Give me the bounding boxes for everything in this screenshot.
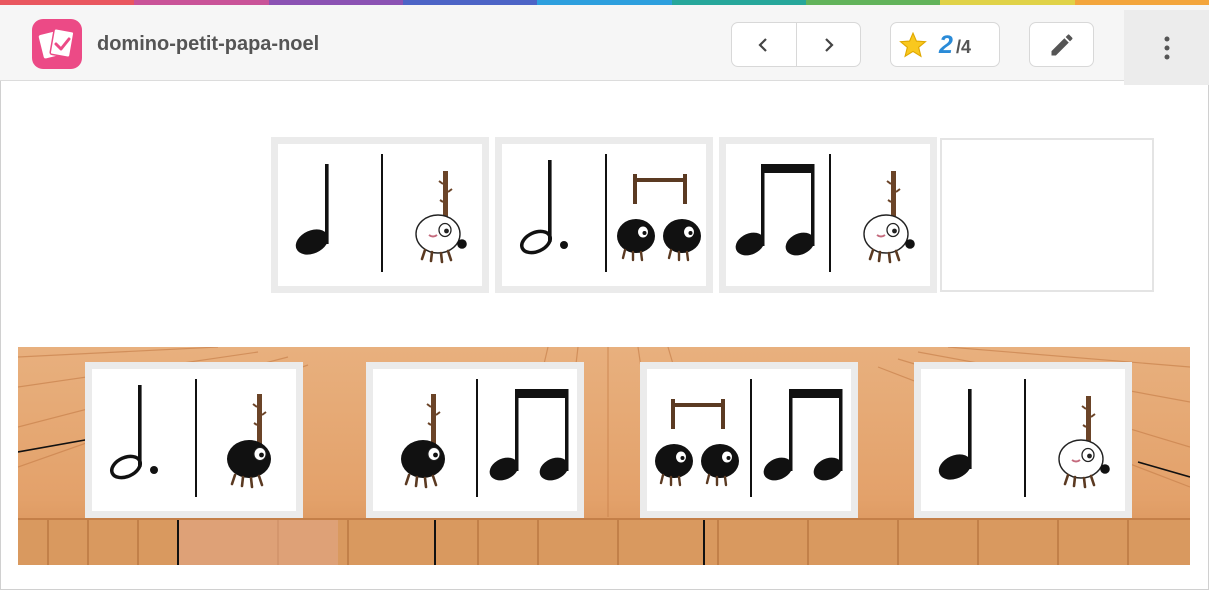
domino-divider <box>750 379 752 497</box>
white-ball-creature-icon <box>385 144 485 286</box>
score-counter: 2 /4 <box>890 22 1000 67</box>
chevron-right-icon <box>825 37 834 52</box>
score-current: 2 <box>939 31 953 59</box>
domino-divider <box>195 379 197 497</box>
pager <box>731 22 861 67</box>
beamed-eighth-notes-icon <box>754 369 854 511</box>
quarter-note-icon <box>278 144 378 286</box>
hand-domino-1[interactable] <box>85 362 303 518</box>
more-menu-button[interactable] <box>1124 10 1209 85</box>
dotted-half-note-icon <box>502 144 602 286</box>
white-ball-creature-icon <box>833 144 933 286</box>
top-bar: domino-petit-papa-noel 2 /4 <box>0 5 1209 85</box>
hand-domino-3[interactable] <box>640 362 858 518</box>
domino-divider <box>1024 379 1026 497</box>
quarter-note-icon <box>921 369 1021 511</box>
two-black-ball-creatures-icon <box>609 144 709 286</box>
drop-slot[interactable] <box>940 138 1154 292</box>
more-vertical-icon <box>1164 36 1169 59</box>
next-button[interactable] <box>795 23 861 66</box>
score-total: /4 <box>956 37 972 57</box>
domino-divider <box>829 154 831 272</box>
domino-divider <box>476 379 478 497</box>
previous-button[interactable] <box>732 23 796 66</box>
board-domino-2 <box>495 137 713 293</box>
edit-button[interactable] <box>1029 22 1094 67</box>
beamed-eighth-notes-icon <box>726 144 826 286</box>
board-domino-1 <box>271 137 489 293</box>
board-domino-3 <box>719 137 937 293</box>
page-title: domino-petit-papa-noel <box>97 33 320 55</box>
chevron-left-icon <box>758 37 767 52</box>
domino-divider <box>605 154 607 272</box>
hand-domino-4[interactable] <box>914 362 1132 518</box>
star-icon <box>899 32 927 58</box>
two-black-ball-creatures-icon <box>647 369 747 511</box>
hand-domino-2[interactable] <box>366 362 584 518</box>
app-logo-icon <box>32 19 82 69</box>
black-ball-creature-icon <box>373 369 473 511</box>
beamed-eighth-notes-icon <box>480 369 580 511</box>
domino-divider <box>381 154 383 272</box>
pencil-icon <box>1051 33 1072 55</box>
white-ball-creature-icon <box>1028 369 1128 511</box>
dotted-half-note-icon <box>92 369 192 511</box>
black-ball-creature-icon <box>199 369 299 511</box>
